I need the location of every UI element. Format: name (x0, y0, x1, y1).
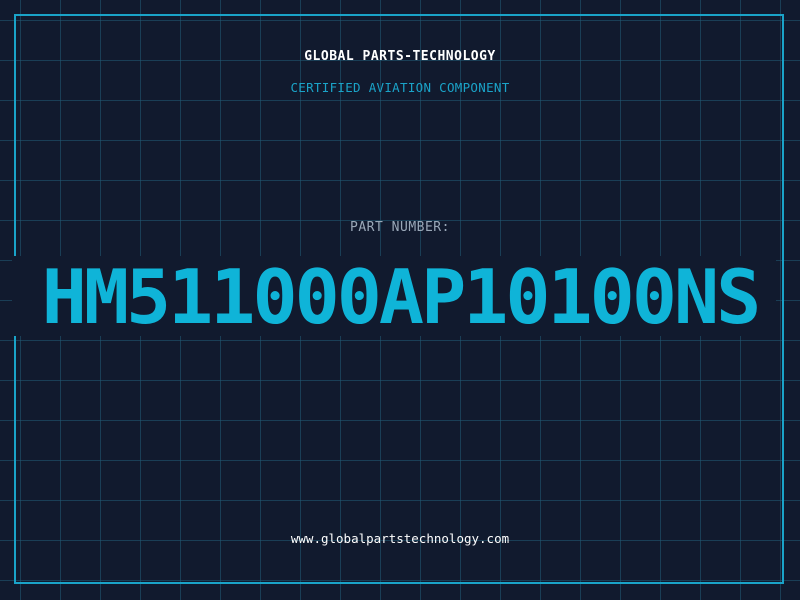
website-url[interactable]: www.globalpartstechnology.com (0, 531, 800, 546)
part-number-label: PART NUMBER: (350, 220, 450, 235)
certification-subtitle: CERTIFIED AVIATION COMPONENT (290, 80, 510, 95)
company-name: GLOBAL PARTS-TECHNOLOGY (304, 49, 496, 64)
part-number-value: HM511000AP10100NS (41, 253, 762, 341)
